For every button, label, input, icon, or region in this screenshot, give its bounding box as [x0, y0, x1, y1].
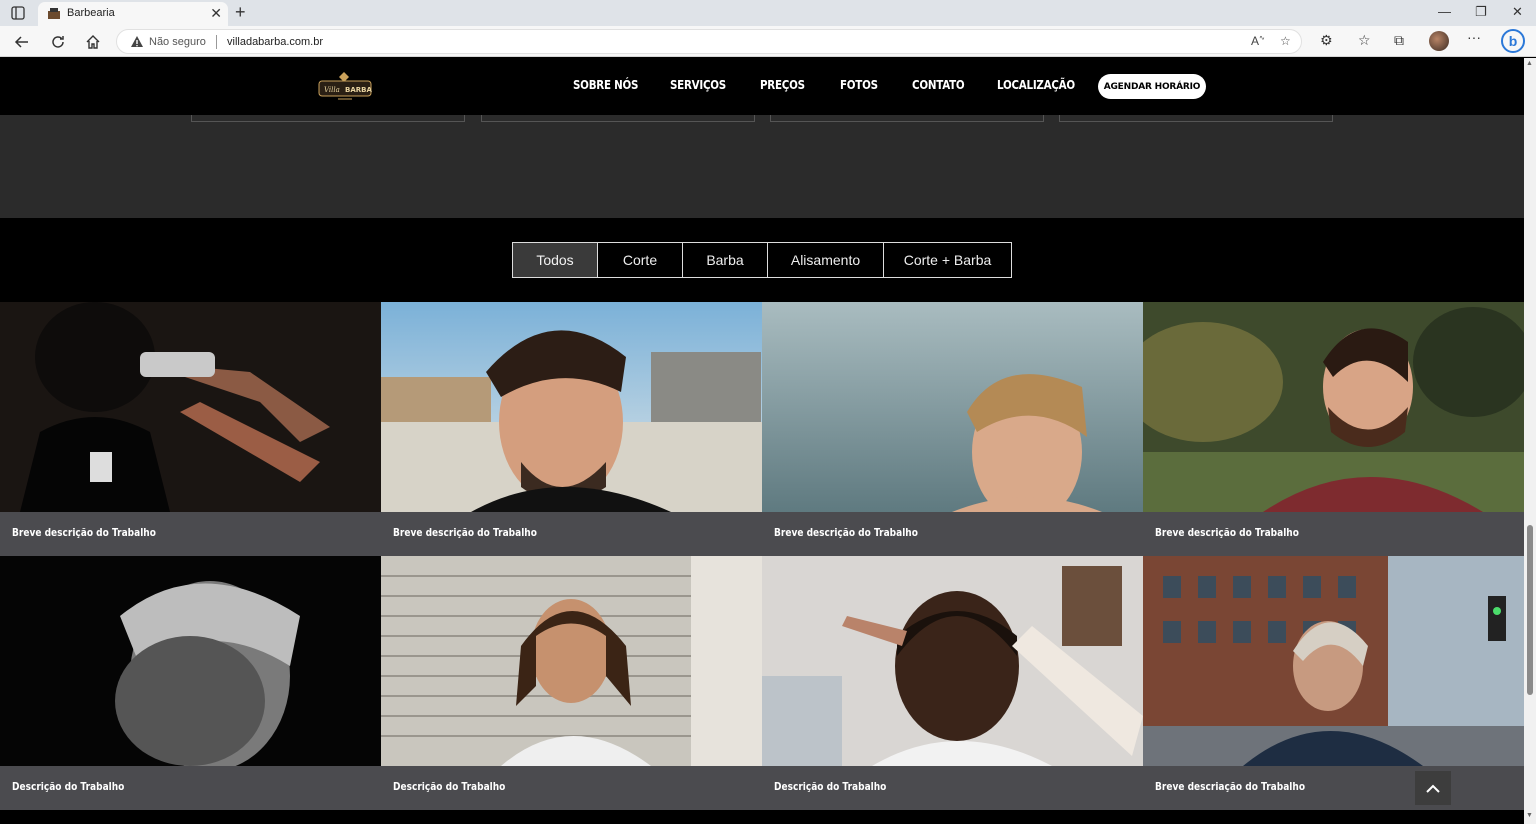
gallery-caption: Breve descrição do Trabalho [774, 526, 918, 539]
caption-bar: Breve descrição do Trabalho [381, 512, 762, 556]
read-aloud-icon[interactable]: A∿ [1251, 34, 1265, 48]
filter-todos[interactable]: Todos [512, 242, 598, 278]
gallery-item[interactable]: Descrição do Trabalho [762, 556, 1143, 810]
caption-bar: Breve descriação do Trabalho [1143, 766, 1524, 810]
schedule-button[interactable]: AGENDAR HORÁRIO [1098, 74, 1206, 99]
gallery-item[interactable]: Breve descrição do Trabalho [1143, 302, 1524, 556]
chevron-up-icon [1426, 784, 1440, 793]
gallery-caption: Descrição do Trabalho [12, 780, 125, 793]
url-text[interactable]: villadabarba.com.br [227, 36, 323, 48]
gallery-caption: Breve descrição do Trabalho [12, 526, 156, 539]
svg-text:BARBA: BARBA [345, 86, 372, 94]
security-label[interactable]: Não seguro [149, 36, 206, 48]
filter-barba[interactable]: Barba [682, 242, 768, 278]
gallery-caption: Breve descriação do Trabalho [1155, 780, 1306, 793]
man-dreadlocks-photo [381, 556, 762, 766]
nav-servicos[interactable]: SERVIÇOS [670, 78, 726, 92]
gallery-item[interactable]: Breve descrição do Trabalho [381, 302, 762, 556]
scroll-up-icon[interactable]: ▲ [1526, 60, 1533, 67]
tab-actions-icon[interactable] [10, 5, 26, 21]
new-tab-icon[interactable]: + [235, 2, 246, 23]
caption-bar: Descrição do Trabalho [762, 766, 1143, 810]
nav-localizacao[interactable]: LOCALIZAÇÃO [997, 78, 1075, 92]
separator [216, 35, 217, 49]
filter-corte-barba[interactable]: Corte + Barba [883, 242, 1012, 278]
filter-corte[interactable]: Corte [597, 242, 683, 278]
page-scrollbar[interactable]: ▲ ▼ [1524, 58, 1536, 824]
gallery-caption: Breve descrição do Trabalho [393, 526, 537, 539]
gallery-item[interactable]: Breve descrição do Trabalho [0, 302, 381, 556]
back-icon[interactable] [12, 32, 32, 52]
barber-clipper-photo [0, 302, 381, 512]
man-undercut-beach-photo [381, 302, 762, 512]
home-icon[interactable] [83, 32, 103, 52]
gallery-filter-bar: Todos Corte Barba Alisamento Corte + Bar… [512, 242, 1012, 278]
more-options-icon[interactable]: ··· [1467, 29, 1481, 45]
back-to-top-button[interactable] [1415, 771, 1451, 805]
card-bottom [770, 115, 1044, 122]
gallery-item[interactable]: Descrição do Trabalho [381, 556, 762, 810]
caption-bar: Descrição do Trabalho [381, 766, 762, 810]
browser-toolbar: Não seguro villadabarba.com.br A∿ ☆ ⚙ ☆ … [0, 26, 1536, 57]
pricing-section-tail [0, 115, 1524, 218]
villa-da-barba-logo[interactable]: Villa BARBA [318, 71, 372, 103]
close-window-icon[interactable]: ✕ [1512, 4, 1523, 20]
bing-copilot-icon[interactable]: b [1501, 29, 1525, 53]
minimize-icon[interactable]: — [1438, 4, 1451, 19]
tab-title: Barbearia [67, 7, 115, 19]
caption-bar: Breve descrição do Trabalho [1143, 512, 1524, 556]
man-profile-bw-photo [0, 556, 381, 766]
gallery-caption: Breve descrição do Trabalho [1155, 526, 1299, 539]
profile-avatar[interactable] [1429, 31, 1449, 51]
caption-bar: Breve descrição do Trabalho [762, 512, 1143, 556]
scroll-down-icon[interactable]: ▼ [1526, 812, 1533, 819]
caption-bar: Breve descrição do Trabalho [0, 512, 381, 556]
man-city-street-photo [1143, 556, 1524, 766]
extensions-icon[interactable]: ⚙ [1320, 32, 1333, 49]
fade-haircut-photo [762, 556, 1143, 766]
gallery-item[interactable]: Breve descrição do Trabalho [762, 302, 1143, 556]
favorites-icon[interactable]: ☆ [1358, 32, 1371, 49]
close-tab-icon[interactable]: ✕ [210, 5, 222, 22]
add-favorite-icon[interactable]: ☆ [1280, 34, 1291, 48]
browser-tab-bar: Barbearia ✕ + — ❐ ✕ [0, 0, 1536, 26]
scrollbar-thumb[interactable] [1527, 525, 1533, 695]
gallery-caption: Descrição do Trabalho [774, 780, 887, 793]
gallery-item[interactable]: Descrição do Trabalho [0, 556, 381, 810]
barber-favicon-icon [48, 8, 60, 19]
address-bar[interactable]: Não seguro villadabarba.com.br A∿ ☆ [116, 29, 1302, 54]
photo-gallery: Breve descrição do Trabalho Breve descri… [0, 302, 1524, 810]
card-bottom [481, 115, 755, 122]
site-header: Villa BARBA SOBRE NÓS SERVIÇOS PREÇOS FO… [0, 58, 1524, 115]
card-bottom [191, 115, 465, 122]
refresh-icon[interactable] [48, 32, 68, 52]
collections-icon[interactable]: ⧉ [1394, 32, 1404, 49]
caption-bar: Descrição do Trabalho [0, 766, 381, 810]
maximize-icon[interactable]: ❐ [1475, 4, 1487, 20]
nav-contato[interactable]: CONTATO [912, 78, 965, 92]
svg-text:Villa: Villa [324, 86, 340, 94]
nav-precos[interactable]: PREÇOS [760, 78, 805, 92]
card-bottom [1059, 115, 1333, 122]
man-beard-forest-photo [1143, 302, 1524, 512]
nav-fotos[interactable]: FOTOS [840, 78, 878, 92]
browser-tab[interactable]: Barbearia ✕ [38, 2, 228, 26]
filter-alisamento[interactable]: Alisamento [767, 242, 884, 278]
gallery-caption: Descrição do Trabalho [393, 780, 506, 793]
nav-sobre-nos[interactable]: SOBRE NÓS [573, 78, 638, 92]
warning-icon[interactable] [130, 35, 144, 48]
page-viewport: Villa BARBA SOBRE NÓS SERVIÇOS PREÇOS FO… [0, 58, 1524, 824]
man-quiff-sea-photo [762, 302, 1143, 512]
gallery-item[interactable]: Breve descriação do Trabalho [1143, 556, 1524, 810]
